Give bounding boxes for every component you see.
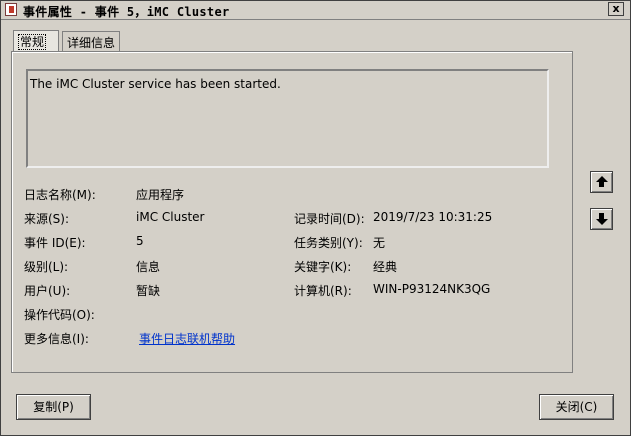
event-id-value: 5 <box>136 234 144 248</box>
arrow-down-icon <box>596 219 608 225</box>
level-label: 级别(L): <box>24 260 69 274</box>
logged-value: 2019/7/23 10:31:25 <box>373 210 493 224</box>
level-value: 信息 <box>136 260 161 274</box>
source-label: 来源(S): <box>24 212 70 226</box>
close-button[interactable]: 关闭(C) <box>539 394 614 420</box>
next-event-button[interactable] <box>590 208 613 230</box>
tab-details[interactable]: 详细信息 <box>62 31 120 51</box>
log-name-label: 日志名称(M): <box>24 188 96 202</box>
user-value: 暂缺 <box>136 284 161 298</box>
task-category-label: 任务类别(Y): <box>294 236 363 250</box>
event-properties-window: 事件属性 - 事件 5，iMC Cluster x 常规 详细信息 The iM… <box>0 0 631 436</box>
source-value: iMC Cluster <box>136 210 205 224</box>
logged-label: 记录时间(D): <box>294 212 365 226</box>
tab-details-label: 详细信息 <box>67 36 116 50</box>
tab-general-label: 常规 <box>18 34 47 50</box>
event-viewer-icon <box>5 3 17 16</box>
keywords-label: 关键字(K): <box>294 260 352 274</box>
copy-button[interactable]: 复制(P) <box>16 394 91 420</box>
event-description[interactable]: The iMC Cluster service has been started… <box>26 69 549 168</box>
computer-label: 计算机(R): <box>294 284 352 298</box>
event-log-online-help-link[interactable]: 事件日志联机帮助 <box>139 330 235 347</box>
log-name-value: 应用程序 <box>136 188 185 202</box>
window-title: 事件属性 - 事件 5，iMC Cluster <box>23 5 230 19</box>
task-category-value: 无 <box>373 236 386 250</box>
keywords-value: 经典 <box>373 260 398 274</box>
arrow-up-icon-stem <box>599 182 604 187</box>
previous-event-button[interactable] <box>590 171 613 193</box>
tab-general[interactable]: 常规 <box>13 30 59 52</box>
opcode-label: 操作代码(O): <box>24 308 95 322</box>
event-id-label: 事件 ID(E): <box>24 236 86 250</box>
computer-value: WIN-P93124NK3QG <box>373 282 491 296</box>
more-info-label: 更多信息(I): <box>24 332 89 346</box>
user-label: 用户(U): <box>24 284 71 298</box>
close-window-button[interactable]: x <box>608 2 624 16</box>
title-bar: 事件属性 - 事件 5，iMC Cluster x <box>1 1 630 20</box>
